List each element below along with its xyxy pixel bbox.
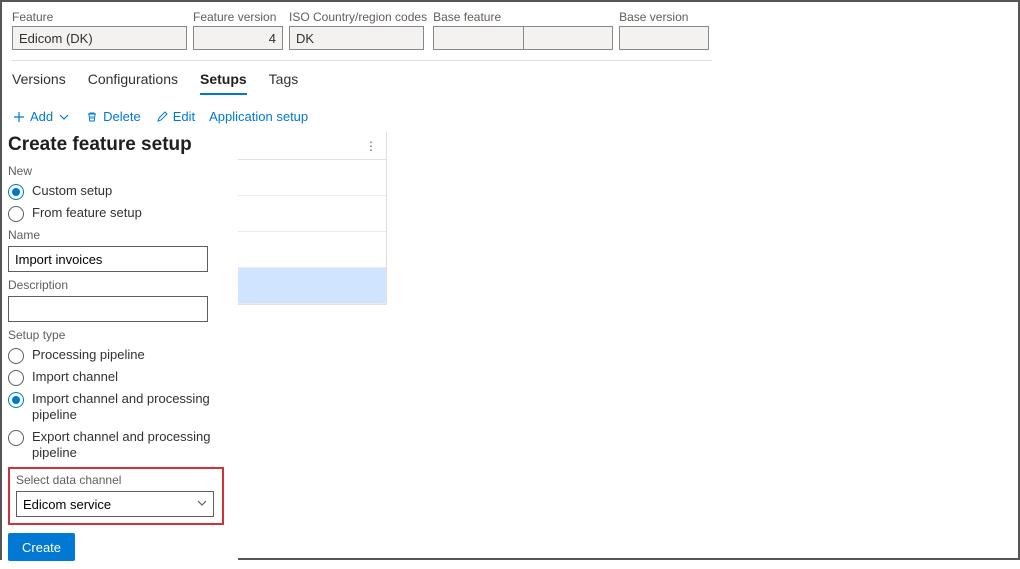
application-setup-button[interactable]: Application setup <box>209 109 308 124</box>
radio-from-feature-setup[interactable]: From feature setup <box>8 205 232 222</box>
feature-version-label: Feature version <box>193 10 283 24</box>
radio-processing-pipeline[interactable]: Processing pipeline <box>8 347 232 364</box>
base-version-label: Base version <box>619 10 709 24</box>
section-new-label: New <box>8 164 232 178</box>
radio-label: Import channel <box>32 369 118 385</box>
radio-import-channel[interactable]: Import channel <box>8 369 232 386</box>
feature-version-input[interactable] <box>193 26 283 50</box>
header-fields: Feature Feature version ISO Country/regi… <box>2 2 1018 54</box>
iso-label: ISO Country/region codes <box>289 10 427 24</box>
name-label: Name <box>8 228 232 242</box>
description-label: Description <box>8 278 232 292</box>
radio-label: From feature setup <box>32 205 142 221</box>
application-setup-label: Application setup <box>209 109 308 124</box>
base-feature-label: Base feature <box>433 10 613 24</box>
grid-menu-icon[interactable]: ⋮ <box>365 139 378 153</box>
tab-configurations[interactable]: Configurations <box>88 71 178 95</box>
radio-icon <box>8 184 24 200</box>
radio-icon <box>8 392 24 408</box>
plus-icon <box>12 110 26 124</box>
radio-import-channel-processing[interactable]: Import channel and processing pipeline <box>8 391 232 424</box>
setup-type-label: Setup type <box>8 328 232 342</box>
radio-label: Import channel and processing pipeline <box>32 391 232 424</box>
radio-icon <box>8 206 24 222</box>
feature-label: Feature <box>12 10 187 24</box>
radio-export-channel-processing[interactable]: Export channel and processing pipeline <box>8 429 232 462</box>
delete-label: Delete <box>103 109 141 124</box>
radio-label: Custom setup <box>32 183 112 199</box>
radio-label: Export channel and processing pipeline <box>32 429 232 462</box>
base-feature-input-1[interactable] <box>433 26 523 50</box>
pencil-icon <box>155 110 169 124</box>
base-feature-input-2[interactable] <box>523 26 613 50</box>
radio-label: Processing pipeline <box>32 347 145 363</box>
select-data-channel-highlight: Select data channel <box>8 467 224 525</box>
tabs: Versions Configurations Setups Tags <box>2 61 1018 95</box>
base-version-input[interactable] <box>619 26 709 50</box>
name-input[interactable] <box>8 246 208 272</box>
edit-button[interactable]: Edit <box>155 109 195 124</box>
create-button[interactable]: Create <box>8 533 75 561</box>
chevron-down-icon <box>57 110 71 124</box>
tab-versions[interactable]: Versions <box>12 71 66 95</box>
select-channel-label: Select data channel <box>16 473 216 487</box>
radio-icon <box>8 370 24 386</box>
tab-setups[interactable]: Setups <box>200 71 247 95</box>
add-button[interactable]: Add <box>12 109 71 124</box>
delete-button[interactable]: Delete <box>85 109 141 124</box>
toolbar: Add Delete Edit Application setup <box>2 95 1018 132</box>
select-data-channel-input[interactable] <box>16 491 214 517</box>
description-input[interactable] <box>8 296 208 322</box>
create-feature-setup-panel: Create feature setup New Custom setup Fr… <box>2 130 238 569</box>
feature-input[interactable] <box>12 26 187 50</box>
radio-icon <box>8 348 24 364</box>
select-data-channel[interactable] <box>16 491 214 517</box>
iso-input[interactable] <box>289 26 424 50</box>
radio-custom-setup[interactable]: Custom setup <box>8 183 232 200</box>
tab-tags[interactable]: Tags <box>269 71 299 95</box>
panel-title: Create feature setup <box>8 134 232 156</box>
trash-icon <box>85 110 99 124</box>
radio-icon <box>8 430 24 446</box>
add-label: Add <box>30 109 53 124</box>
edit-label: Edit <box>173 109 195 124</box>
